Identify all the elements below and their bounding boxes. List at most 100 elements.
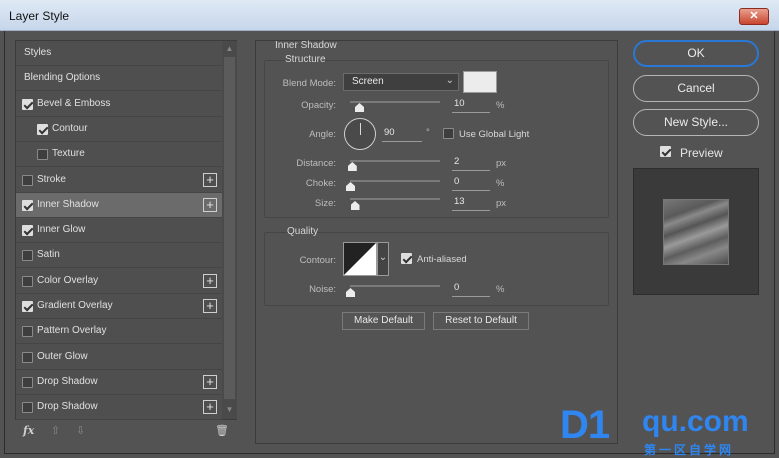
sidebar-item-label: Gradient Overlay [37, 300, 113, 311]
blend-mode-value: Screen [352, 76, 384, 87]
sidebar-item-styles[interactable]: Styles [16, 41, 222, 66]
noise-input[interactable]: 0 [452, 282, 490, 297]
angle-input[interactable]: 90 [382, 127, 422, 142]
style-list-scrollbar[interactable]: ▲ ▼ [222, 41, 237, 419]
preview-checkbox[interactable] [660, 146, 671, 157]
sidebar-item-color-overlay[interactable]: Color Overlay + [16, 269, 222, 294]
blend-mode-select[interactable]: Screen ⌄ [343, 73, 459, 91]
move-down-icon[interactable]: ⇩ [76, 424, 85, 437]
angle-dial[interactable] [344, 118, 376, 150]
sidebar-item-checkbox[interactable] [22, 98, 33, 110]
sidebar-item-drop-shadow[interactable]: Drop Shadow + [16, 395, 222, 421]
contour-dropdown-icon[interactable]: ⌄ [377, 242, 389, 276]
add-effect-icon[interactable]: + [203, 197, 217, 212]
sidebar-item-blending-options[interactable]: Blending Options [16, 66, 222, 92]
choke-label: Choke: [305, 178, 336, 189]
add-effect-icon[interactable]: + [203, 374, 217, 389]
preview-label: Preview [680, 146, 723, 160]
sidebar-item-checkbox[interactable] [22, 351, 33, 363]
opacity-slider-track[interactable] [350, 101, 440, 103]
choke-slider-track[interactable] [350, 180, 440, 182]
style-list-toolbar: fx ⇧ ⇩ 🗑 [15, 420, 237, 444]
opacity-label: Opacity: [301, 100, 336, 111]
sidebar-item-label: Drop Shadow [37, 375, 98, 387]
new-style-button[interactable]: New Style... [633, 109, 759, 136]
angle-unit: ° [426, 127, 430, 138]
sidebar-item-inner-glow[interactable]: Inner Glow [16, 218, 222, 244]
size-slider-track[interactable] [350, 198, 440, 200]
quality-title: Quality [287, 226, 319, 237]
sidebar-item-checkbox[interactable] [22, 326, 33, 338]
sidebar-item-checkbox[interactable] [37, 123, 48, 135]
contour-picker[interactable] [343, 242, 377, 276]
sidebar-item-label: Inner Glow [37, 224, 86, 236]
sidebar-item-contour[interactable]: Contour [16, 117, 222, 142]
sidebar-item-gradient-overlay[interactable]: Gradient Overlay + [16, 294, 222, 319]
scroll-thumb[interactable] [224, 57, 235, 399]
noise-label: Noise: [309, 284, 336, 295]
size-input[interactable]: 13 [452, 196, 490, 211]
add-effect-icon[interactable]: + [203, 172, 217, 187]
sidebar-item-inner-shadow[interactable]: Inner Shadow + [16, 192, 222, 218]
add-effect-icon[interactable]: + [203, 400, 217, 415]
contour-label: Contour: [299, 255, 336, 266]
size-unit: px [496, 198, 507, 209]
close-button[interactable]: ✕ [739, 8, 769, 25]
watermark-cn: 第一区自学网 [644, 443, 735, 457]
section-title: Inner Shadow [275, 40, 337, 51]
sidebar-item-label: Stroke [37, 173, 66, 185]
sidebar-item-texture[interactable]: Texture [16, 142, 222, 168]
opacity-input[interactable]: 10 [452, 98, 490, 113]
sidebar-item-checkbox[interactable] [22, 275, 33, 287]
sidebar-item-label: Inner Shadow [37, 198, 99, 210]
watermark-url: qu.com [642, 405, 749, 438]
fx-icon[interactable]: fx [23, 424, 34, 437]
sidebar-item-drop-shadow[interactable]: Drop Shadow + [16, 370, 222, 395]
reset-default-button[interactable]: Reset to Default [433, 312, 529, 330]
sidebar-item-checkbox[interactable] [37, 149, 48, 161]
site-watermark: D1 qu.com 第一区自学网 [560, 403, 772, 457]
sidebar-item-checkbox[interactable] [22, 199, 33, 211]
sidebar-item-checkbox[interactable] [22, 301, 33, 312]
sidebar-item-checkbox[interactable] [22, 174, 33, 186]
angle-dial-hand [360, 123, 361, 135]
distance-unit: px [496, 158, 507, 169]
scroll-down-icon[interactable]: ▼ [225, 405, 234, 414]
shadow-color-swatch[interactable] [463, 71, 497, 93]
style-preview [633, 168, 759, 295]
sidebar-item-outer-glow[interactable]: Outer Glow [16, 345, 222, 370]
move-up-icon[interactable]: ⇧ [51, 424, 60, 437]
distance-label: Distance: [296, 158, 336, 169]
make-default-button[interactable]: Make Default [342, 312, 425, 330]
window-title: Layer Style [9, 9, 70, 23]
global-light-checkbox[interactable] [443, 128, 454, 139]
sidebar-item-checkbox[interactable] [22, 376, 33, 388]
scroll-up-icon[interactable]: ▲ [225, 44, 234, 53]
choke-input[interactable]: 0 [452, 176, 490, 191]
angle-label: Angle: [309, 129, 336, 140]
sidebar-item-label: Bevel & Emboss [37, 97, 111, 109]
global-light-label: Use Global Light [459, 129, 530, 140]
choke-unit: % [496, 178, 505, 189]
chevron-down-icon: ⌄ [445, 75, 454, 86]
cancel-button[interactable]: Cancel [633, 75, 759, 102]
sidebar-item-checkbox[interactable] [22, 225, 33, 237]
noise-unit: % [496, 284, 505, 295]
sidebar-item-label: Contour [52, 122, 88, 134]
sidebar-item-pattern-overlay[interactable]: Pattern Overlay [16, 319, 222, 345]
noise-slider-track[interactable] [350, 285, 440, 287]
sidebar-item-bevel-emboss[interactable]: Bevel & Emboss [16, 92, 222, 117]
distance-input[interactable]: 2 [452, 156, 490, 171]
anti-aliased-checkbox[interactable] [401, 253, 412, 264]
sidebar-item-satin[interactable]: Satin [16, 243, 222, 269]
sidebar-item-label: Styles [24, 47, 52, 58]
add-effect-icon[interactable]: + [203, 273, 217, 288]
add-effect-icon[interactable]: + [203, 299, 217, 313]
sidebar-item-checkbox[interactable] [22, 402, 33, 414]
sidebar-item-stroke[interactable]: Stroke + [16, 168, 222, 193]
title-bar: Layer Style ✕ [0, 0, 779, 31]
trash-icon[interactable]: 🗑 [215, 424, 229, 437]
sidebar-item-checkbox[interactable] [22, 250, 33, 262]
ok-button[interactable]: OK [633, 40, 759, 67]
distance-slider-track[interactable] [350, 160, 440, 162]
